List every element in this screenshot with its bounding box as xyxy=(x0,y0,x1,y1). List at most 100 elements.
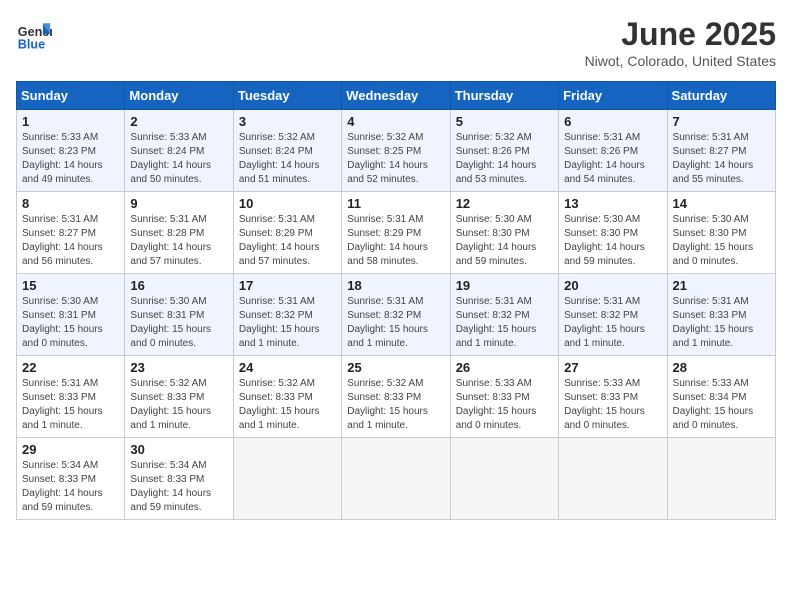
day-number: 22 xyxy=(22,360,119,375)
day-number: 14 xyxy=(673,196,770,211)
calendar-cell xyxy=(342,438,450,520)
day-number: 3 xyxy=(239,114,336,129)
day-number: 4 xyxy=(347,114,444,129)
calendar-cell: 30Sunrise: 5:34 AMSunset: 8:33 PMDayligh… xyxy=(125,438,233,520)
day-number: 24 xyxy=(239,360,336,375)
day-info: Sunrise: 5:30 AMSunset: 8:30 PMDaylight:… xyxy=(564,213,661,269)
day-number: 21 xyxy=(673,278,770,293)
day-info: Sunrise: 5:33 AMSunset: 8:33 PMDaylight:… xyxy=(456,377,553,433)
day-info: Sunrise: 5:34 AMSunset: 8:33 PMDaylight:… xyxy=(22,459,119,515)
day-info: Sunrise: 5:31 AMSunset: 8:32 PMDaylight:… xyxy=(456,295,553,351)
calendar-cell: 14 Sunrise: 5:30 AMSunset: 8:30 PMDayligh… xyxy=(667,192,775,274)
day-number: 27 xyxy=(564,360,661,375)
day-info: Sunrise: 5:31 AMSunset: 8:32 PMDaylight:… xyxy=(347,295,444,351)
logo-icon: General Blue xyxy=(16,16,52,52)
calendar-cell: 17 Sunrise: 5:31 AMSunset: 8:32 PMDayligh… xyxy=(233,274,341,356)
day-number: 5 xyxy=(456,114,553,129)
weekday-header-monday: Monday xyxy=(125,82,233,110)
calendar-cell: 29 Sunrise: 5:34 AMSunset: 8:33 PMDayligh… xyxy=(17,438,125,520)
calendar-cell: 9 Sunrise: 5:31 AMSunset: 8:28 PMDaylight… xyxy=(125,192,233,274)
day-number: 29 xyxy=(22,442,119,457)
day-info: Sunrise: 5:31 AMSunset: 8:26 PMDaylight:… xyxy=(564,131,661,187)
day-info: Sunrise: 5:31 AMSunset: 8:33 PMDaylight:… xyxy=(673,295,770,351)
calendar-week-row: 8 Sunrise: 5:31 AMSunset: 8:27 PMDaylight… xyxy=(17,192,776,274)
day-info: Sunrise: 5:31 AMSunset: 8:27 PMDaylight:… xyxy=(673,131,770,187)
calendar-cell: 23 Sunrise: 5:32 AMSunset: 8:33 PMDayligh… xyxy=(125,356,233,438)
logo: General Blue xyxy=(16,16,52,52)
day-info: Sunrise: 5:32 AMSunset: 8:25 PMDaylight:… xyxy=(347,131,444,187)
day-number: 28 xyxy=(673,360,770,375)
day-number: 11 xyxy=(347,196,444,211)
calendar-cell: 10 Sunrise: 5:31 AMSunset: 8:29 PMDayligh… xyxy=(233,192,341,274)
day-info: Sunrise: 5:30 AMSunset: 8:31 PMDaylight:… xyxy=(22,295,119,351)
day-info: Sunrise: 5:32 AMSunset: 8:33 PMDaylight:… xyxy=(239,377,336,433)
day-number: 26 xyxy=(456,360,553,375)
day-number: 20 xyxy=(564,278,661,293)
day-info: Sunrise: 5:33 AMSunset: 8:34 PMDaylight:… xyxy=(673,377,770,433)
calendar-cell: 27Sunrise: 5:33 AMSunset: 8:33 PMDayligh… xyxy=(559,356,667,438)
day-info: Sunrise: 5:30 AMSunset: 8:30 PMDaylight:… xyxy=(673,213,770,269)
calendar-cell xyxy=(450,438,558,520)
day-number: 15 xyxy=(22,278,119,293)
day-number: 7 xyxy=(673,114,770,129)
calendar-cell: 19 Sunrise: 5:31 AMSunset: 8:32 PMDayligh… xyxy=(450,274,558,356)
location-title: Niwot, Colorado, United States xyxy=(585,53,776,69)
calendar-cell: 21 Sunrise: 5:31 AMSunset: 8:33 PMDayligh… xyxy=(667,274,775,356)
day-info: Sunrise: 5:33 AMSunset: 8:24 PMDaylight:… xyxy=(130,131,227,187)
calendar-cell: 16 Sunrise: 5:30 AMSunset: 8:31 PMDayligh… xyxy=(125,274,233,356)
calendar-table: SundayMondayTuesdayWednesdayThursdayFrid… xyxy=(16,81,776,520)
day-number: 19 xyxy=(456,278,553,293)
svg-text:Blue: Blue xyxy=(18,37,45,51)
weekday-header-friday: Friday xyxy=(559,82,667,110)
calendar-cell: 3 Sunrise: 5:32 AMSunset: 8:24 PMDaylight… xyxy=(233,110,341,192)
day-number: 12 xyxy=(456,196,553,211)
day-number: 2 xyxy=(130,114,227,129)
day-info: Sunrise: 5:32 AMSunset: 8:33 PMDaylight:… xyxy=(347,377,444,433)
day-info: Sunrise: 5:31 AMSunset: 8:33 PMDaylight:… xyxy=(22,377,119,433)
calendar-cell: 7 Sunrise: 5:31 AMSunset: 8:27 PMDaylight… xyxy=(667,110,775,192)
calendar-cell xyxy=(559,438,667,520)
calendar-cell: 8 Sunrise: 5:31 AMSunset: 8:27 PMDaylight… xyxy=(17,192,125,274)
day-info: Sunrise: 5:31 AMSunset: 8:28 PMDaylight:… xyxy=(130,213,227,269)
day-info: Sunrise: 5:32 AMSunset: 8:24 PMDaylight:… xyxy=(239,131,336,187)
calendar-week-row: 15 Sunrise: 5:30 AMSunset: 8:31 PMDayligh… xyxy=(17,274,776,356)
day-info: Sunrise: 5:31 AMSunset: 8:29 PMDaylight:… xyxy=(239,213,336,269)
calendar-week-row: 22 Sunrise: 5:31 AMSunset: 8:33 PMDayligh… xyxy=(17,356,776,438)
calendar-cell: 1Sunrise: 5:33 AMSunset: 8:23 PMDaylight… xyxy=(17,110,125,192)
calendar-week-row: 1Sunrise: 5:33 AMSunset: 8:23 PMDaylight… xyxy=(17,110,776,192)
day-number: 18 xyxy=(347,278,444,293)
weekday-header-row: SundayMondayTuesdayWednesdayThursdayFrid… xyxy=(17,82,776,110)
page-header: General Blue June 2025 Niwot, Colorado, … xyxy=(16,16,776,69)
day-number: 25 xyxy=(347,360,444,375)
day-number: 17 xyxy=(239,278,336,293)
day-info: Sunrise: 5:30 AMSunset: 8:31 PMDaylight:… xyxy=(130,295,227,351)
day-info: Sunrise: 5:33 AMSunset: 8:23 PMDaylight:… xyxy=(22,131,119,187)
day-number: 16 xyxy=(130,278,227,293)
day-info: Sunrise: 5:31 AMSunset: 8:27 PMDaylight:… xyxy=(22,213,119,269)
day-number: 8 xyxy=(22,196,119,211)
calendar-cell: 5Sunrise: 5:32 AMSunset: 8:26 PMDaylight… xyxy=(450,110,558,192)
day-number: 13 xyxy=(564,196,661,211)
day-info: Sunrise: 5:31 AMSunset: 8:32 PMDaylight:… xyxy=(239,295,336,351)
month-title: June 2025 xyxy=(585,16,776,53)
day-info: Sunrise: 5:32 AMSunset: 8:33 PMDaylight:… xyxy=(130,377,227,433)
title-area: June 2025 Niwot, Colorado, United States xyxy=(585,16,776,69)
day-info: Sunrise: 5:30 AMSunset: 8:30 PMDaylight:… xyxy=(456,213,553,269)
weekday-header-wednesday: Wednesday xyxy=(342,82,450,110)
weekday-header-tuesday: Tuesday xyxy=(233,82,341,110)
calendar-cell: 12 Sunrise: 5:30 AMSunset: 8:30 PMDayligh… xyxy=(450,192,558,274)
weekday-header-saturday: Saturday xyxy=(667,82,775,110)
day-number: 23 xyxy=(130,360,227,375)
calendar-cell: 26 Sunrise: 5:33 AMSunset: 8:33 PMDayligh… xyxy=(450,356,558,438)
calendar-week-row: 29 Sunrise: 5:34 AMSunset: 8:33 PMDayligh… xyxy=(17,438,776,520)
day-info: Sunrise: 5:31 AMSunset: 8:32 PMDaylight:… xyxy=(564,295,661,351)
calendar-cell: 4 Sunrise: 5:32 AMSunset: 8:25 PMDaylight… xyxy=(342,110,450,192)
calendar-cell xyxy=(667,438,775,520)
weekday-header-sunday: Sunday xyxy=(17,82,125,110)
calendar-cell: 24 Sunrise: 5:32 AMSunset: 8:33 PMDayligh… xyxy=(233,356,341,438)
calendar-cell: 6Sunrise: 5:31 AMSunset: 8:26 PMDaylight… xyxy=(559,110,667,192)
day-info: Sunrise: 5:34 AMSunset: 8:33 PMDaylight:… xyxy=(130,459,227,515)
calendar-cell: 25 Sunrise: 5:32 AMSunset: 8:33 PMDayligh… xyxy=(342,356,450,438)
day-number: 9 xyxy=(130,196,227,211)
day-number: 10 xyxy=(239,196,336,211)
